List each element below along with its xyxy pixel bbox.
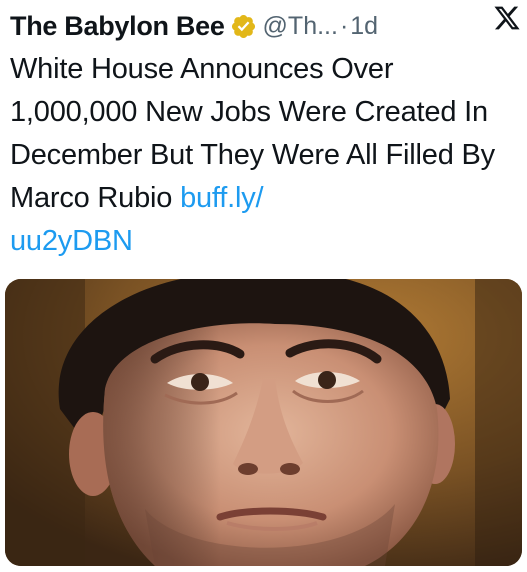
- tweet-link-part-1: buff.ly/: [180, 182, 264, 214]
- portrait-photo: [5, 279, 522, 566]
- tweet-link-part-2: uu2yDBN: [10, 225, 133, 257]
- tweet-media-image[interactable]: [5, 279, 522, 566]
- separator-dot: ·: [339, 11, 349, 40]
- verified-badge-icon: [231, 14, 255, 38]
- post-time[interactable]: 1d: [350, 12, 378, 41]
- tweet-card[interactable]: The Babylon Bee @Th... · 1d White House …: [0, 0, 527, 572]
- x-logo-icon: [494, 6, 520, 30]
- tweet-header: The Babylon Bee @Th... · 1d: [10, 6, 517, 46]
- tweet-text: White House Announces Over 1,000,000 New…: [10, 48, 520, 263]
- author-name[interactable]: The Babylon Bee: [10, 11, 225, 42]
- author-handle[interactable]: @Th...: [263, 12, 338, 41]
